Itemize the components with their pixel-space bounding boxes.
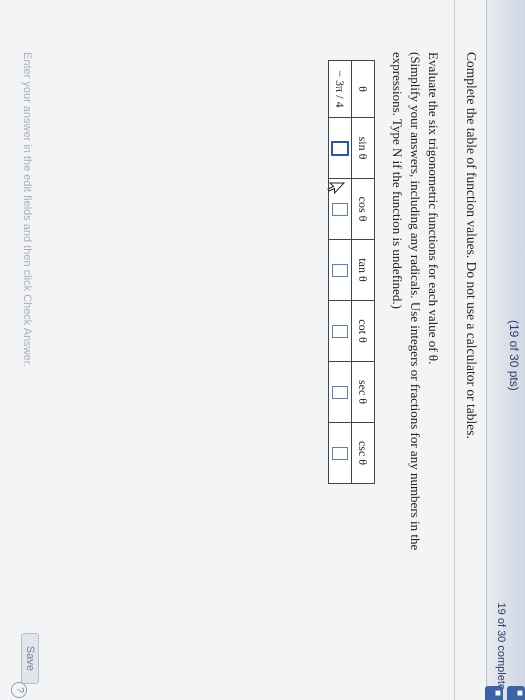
table-row: − 3π / 4 xyxy=(328,60,352,484)
prompt-text: expressions. Type N if the function is u… xyxy=(390,52,405,309)
header-bar: (19 of 30 pts) 19 of 30 complete xyxy=(486,0,525,700)
instruction-hint: Enter your answer in the edit fields and… xyxy=(21,52,33,367)
header-theta: θ xyxy=(351,60,375,118)
header-sin: sin θ xyxy=(351,117,375,179)
header-cot: cot θ xyxy=(351,300,375,362)
theta-value: − 3π / 4 xyxy=(328,60,352,118)
cot-answer-input[interactable] xyxy=(331,324,348,338)
side-tabs: ■ ■ xyxy=(465,686,525,700)
tan-answer-input[interactable] xyxy=(331,263,348,277)
divider xyxy=(454,0,455,700)
cos-answer-input[interactable] xyxy=(331,202,348,216)
csc-answer-cell[interactable] xyxy=(328,422,352,484)
score-label: (19 of 30 pts) xyxy=(507,320,521,391)
sec-answer-cell[interactable] xyxy=(328,361,352,423)
csc-answer-input[interactable] xyxy=(331,446,348,460)
help-icon[interactable]: ? xyxy=(11,682,27,698)
header-cos: cos θ xyxy=(351,178,375,240)
cot-answer-cell[interactable] xyxy=(328,300,352,362)
instruction-text: Complete the table of function values. D… xyxy=(464,52,479,439)
sin-answer-input[interactable] xyxy=(331,140,349,156)
sin-answer-cell[interactable] xyxy=(328,117,352,179)
header-csc: csc θ xyxy=(351,422,375,484)
side-tab-icon[interactable]: ■ xyxy=(507,686,525,700)
prompt-text: Evaluate the six trigonometric functions… xyxy=(426,52,441,365)
header-tan: tan θ xyxy=(351,239,375,301)
sec-answer-input[interactable] xyxy=(331,385,348,399)
table-header-row: θ sin θ cos θ tan θ cot θ sec θ csc θ xyxy=(351,60,375,484)
save-button[interactable]: Save xyxy=(21,632,39,684)
side-tab-icon[interactable]: ■ xyxy=(485,686,503,700)
tan-answer-cell[interactable] xyxy=(328,239,352,301)
prompt-text: (Simplify your answers, including any ra… xyxy=(408,52,423,551)
progress-label: 19 of 30 complete xyxy=(495,602,507,690)
rotated-page: (19 of 30 pts) 19 of 30 complete ■ ■ Com… xyxy=(0,0,525,700)
cos-answer-cell[interactable] xyxy=(328,178,352,240)
header-sec: sec θ xyxy=(351,361,375,423)
trig-values-table: θ sin θ cos θ tan θ cot θ sec θ csc θ − … xyxy=(328,60,375,484)
